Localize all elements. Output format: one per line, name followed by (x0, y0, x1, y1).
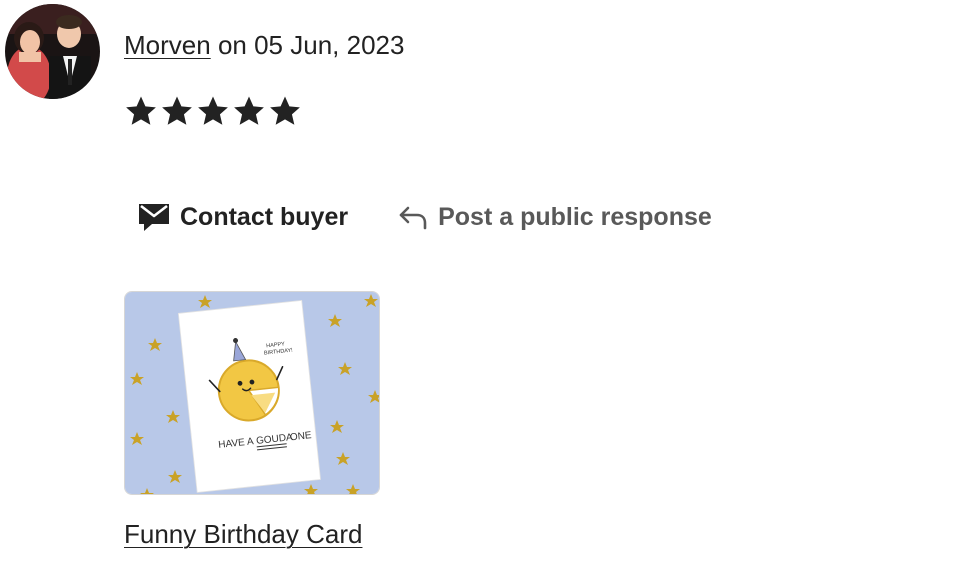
star-rating (124, 94, 302, 128)
review-card: Morven on 05 Jun, 2023 Contact buyer Pos… (0, 0, 956, 578)
review-actions: Contact buyer Post a public response (138, 196, 712, 238)
listing-thumbnail[interactable]: HAPPY BIRTHDAY! HAVE A GOUDA ONE (124, 291, 380, 495)
card-text-line-c: ONE (289, 430, 312, 443)
star-filled-icon (268, 94, 302, 128)
contact-buyer-label: Contact buyer (180, 203, 349, 231)
date-prefix: on (217, 30, 247, 60)
reviewer-name-link[interactable]: Morven (124, 30, 211, 60)
star-filled-icon (124, 94, 158, 128)
birthday-card-image: HAPPY BIRTHDAY! HAVE A GOUDA ONE (125, 292, 379, 494)
star-filled-icon (160, 94, 194, 128)
reviewer-avatar[interactable] (5, 4, 100, 99)
review-date: 05 Jun, 2023 (254, 30, 405, 60)
contact-buyer-button[interactable]: Contact buyer (138, 196, 348, 238)
review-byline: Morven on 05 Jun, 2023 (124, 29, 404, 61)
post-public-response-label: Post a public response (438, 203, 712, 231)
post-public-response-button[interactable]: Post a public response (398, 196, 712, 238)
star-filled-icon (196, 94, 230, 128)
reply-arrow-icon (398, 204, 428, 230)
listing-title-link[interactable]: Funny Birthday Card (124, 516, 362, 552)
avatar-photo (5, 4, 100, 99)
star-filled-icon (232, 94, 266, 128)
mail-speech-icon (138, 202, 170, 232)
